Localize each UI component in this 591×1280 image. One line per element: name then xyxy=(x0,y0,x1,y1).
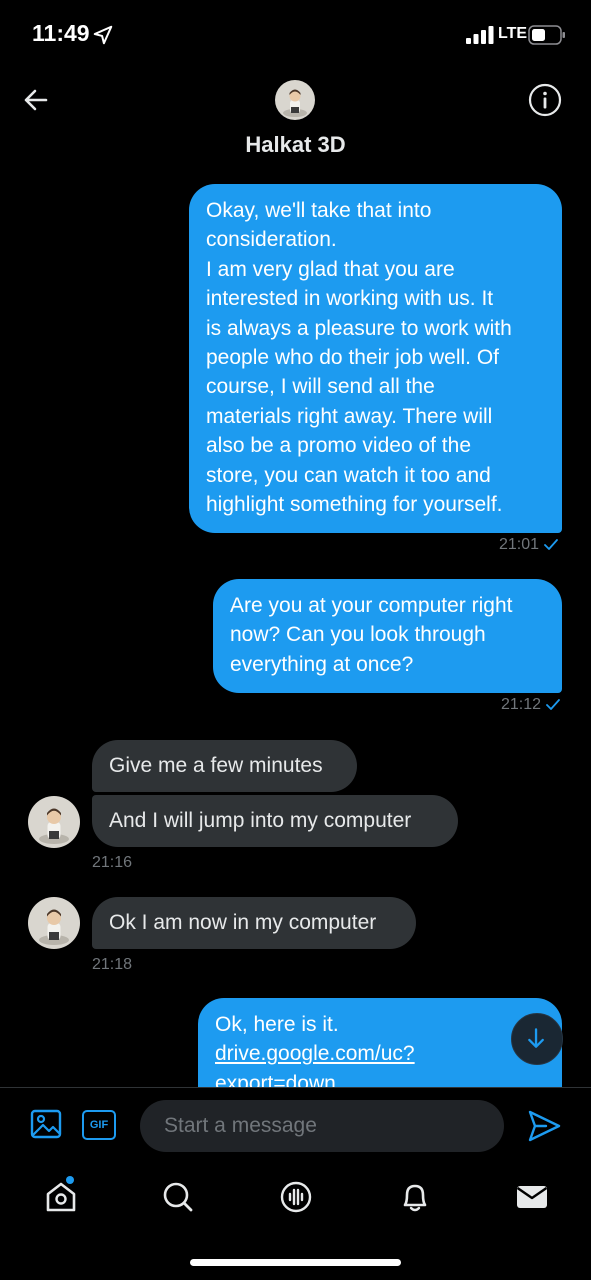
notification-dot xyxy=(66,1176,74,1184)
location-arrow-icon xyxy=(93,25,113,45)
scroll-to-bottom-button[interactable] xyxy=(511,1013,563,1065)
info-circle-icon[interactable] xyxy=(527,82,563,118)
message-line: consideration. xyxy=(206,228,337,252)
message-link[interactable]: drive.google.com/uc? xyxy=(215,1039,544,1068)
timestamp-text: 21:18 xyxy=(92,956,133,973)
read-check-icon xyxy=(544,538,558,550)
outgoing-message[interactable]: Okay, we'll take that into consideration… xyxy=(189,184,562,534)
timestamp-text: 21:16 xyxy=(92,854,133,871)
contact-avatar[interactable] xyxy=(28,897,80,949)
message-line: course, I will send all the xyxy=(206,375,435,399)
message-line: everything at once? xyxy=(230,652,414,676)
message-line: store, you can watch it too and xyxy=(206,463,491,487)
message-line: materials right away. There will xyxy=(206,404,493,428)
status-bar: 11:49 LTE xyxy=(0,0,591,70)
contact-avatar[interactable] xyxy=(28,796,80,848)
message-line: Ok I am now in my computer xyxy=(109,911,377,934)
arrow-left-icon[interactable] xyxy=(18,82,54,118)
read-check-icon xyxy=(546,698,560,710)
home-indicator xyxy=(190,1259,401,1266)
status-time: 11:49 xyxy=(32,20,90,46)
gif-button[interactable]: GIF xyxy=(82,1110,116,1140)
timestamp-text: 21:01 xyxy=(499,536,540,553)
message-line: now? Can you look through xyxy=(230,623,486,647)
bottom-tab-bar xyxy=(0,1162,591,1280)
message-line: I am very glad that you are xyxy=(206,257,455,281)
arrow-down-icon xyxy=(528,1028,544,1048)
contact-avatar[interactable] xyxy=(275,80,315,120)
timestamp-text: 21:12 xyxy=(501,696,542,713)
message-timestamp: 21:01 xyxy=(499,536,558,554)
message-line: Ok, here is it. xyxy=(215,1013,339,1036)
message-line: Give me a few minutes xyxy=(109,754,323,777)
message-list[interactable]: Okay, we'll take that into consideration… xyxy=(0,170,591,1087)
home-icon[interactable] xyxy=(41,1177,81,1217)
message-input[interactable] xyxy=(140,1100,504,1152)
image-icon[interactable] xyxy=(30,1108,62,1140)
incoming-message[interactable]: Give me a few minutes xyxy=(92,740,357,793)
network-type: LTE xyxy=(498,25,528,42)
conversation-header: Halkat 3D xyxy=(0,70,591,170)
signal-bars-icon xyxy=(466,26,494,44)
battery-icon xyxy=(528,25,565,45)
message-timestamp: 21:18 xyxy=(92,956,132,974)
message-line: Are you at your computer right xyxy=(230,594,513,617)
search-icon[interactable] xyxy=(158,1177,198,1217)
message-link[interactable]: export=down xyxy=(215,1069,544,1087)
spaces-icon[interactable] xyxy=(276,1177,316,1217)
send-icon[interactable] xyxy=(526,1108,562,1144)
outgoing-message[interactable]: Ok, here is it. drive.google.com/uc? exp… xyxy=(198,998,562,1087)
message-line: is always a pleasure to work with xyxy=(206,316,512,340)
message-line: people who do their job well. Of xyxy=(206,346,500,370)
notifications-icon[interactable] xyxy=(395,1177,435,1217)
incoming-message[interactable]: And I will jump into my computer xyxy=(92,795,458,848)
outgoing-message[interactable]: Are you at your computer right now? Can … xyxy=(213,579,562,694)
contact-name: Halkat 3D xyxy=(245,132,346,157)
message-timestamp: 21:16 xyxy=(92,854,132,872)
incoming-message[interactable]: Ok I am now in my computer xyxy=(92,897,416,950)
message-line: also be a promo video of the xyxy=(206,434,472,458)
message-line: And I will jump into my computer xyxy=(109,809,412,832)
message-line: Okay, we'll take that into xyxy=(206,199,432,222)
message-line: highlight something for yourself. xyxy=(206,493,503,517)
messages-icon[interactable] xyxy=(512,1177,552,1217)
message-composer: GIF xyxy=(0,1087,591,1162)
message-timestamp: 21:12 xyxy=(501,696,560,714)
message-line: interested in working with us. It xyxy=(206,287,494,311)
